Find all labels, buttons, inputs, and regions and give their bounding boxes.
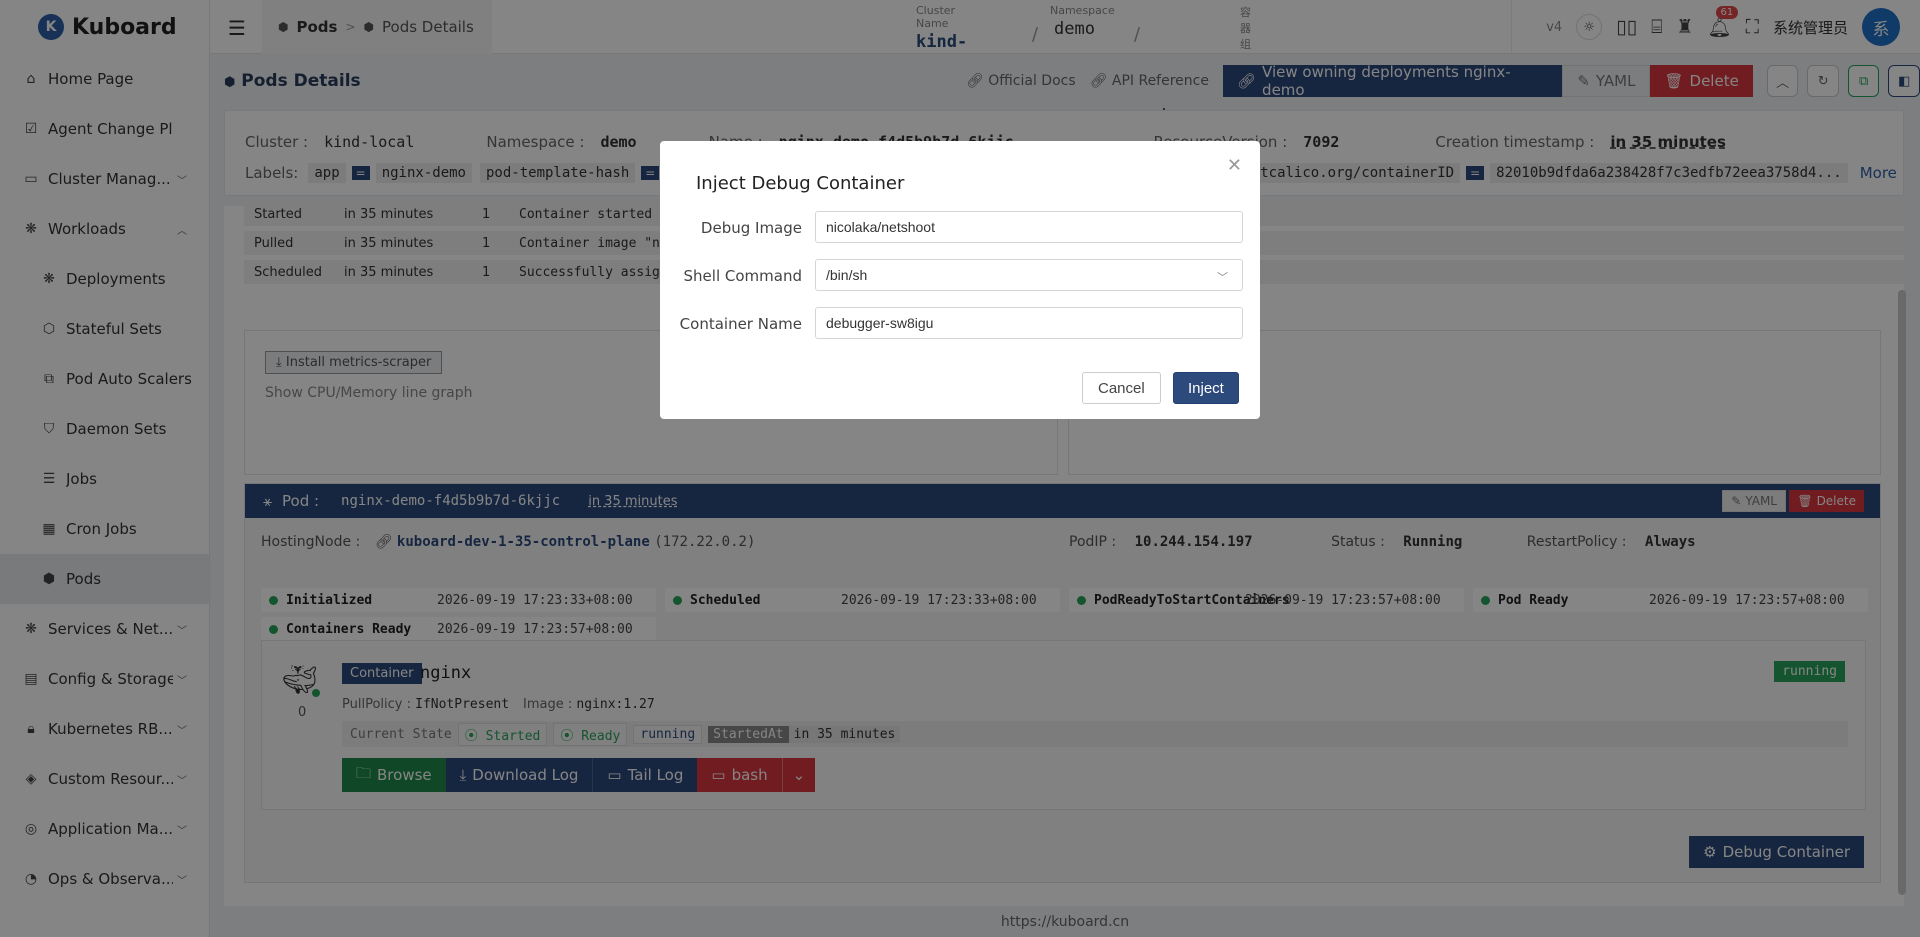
dialog-title: Inject Debug Container [696, 173, 905, 194]
container-name-label: Container Name [679, 315, 802, 333]
shell-command-value: /bin/sh [826, 267, 868, 283]
inject-button[interactable]: Inject [1173, 372, 1239, 404]
inject-debug-dialog: ✕ Inject Debug Container Debug Image nic… [660, 141, 1260, 419]
chevron-down-icon: ﹀ [1217, 272, 1228, 284]
shell-command-select[interactable]: /bin/sh ﹀ [815, 259, 1243, 291]
shell-command-label: Shell Command [683, 267, 802, 285]
close-icon[interactable]: ✕ [1227, 155, 1242, 176]
cancel-button[interactable]: Cancel [1082, 372, 1161, 404]
container-name-input[interactable]: debugger-sw8igu [815, 307, 1243, 339]
debug-image-label: Debug Image [700, 219, 802, 237]
debug-image-input[interactable]: nicolaka/netshoot [815, 211, 1243, 243]
